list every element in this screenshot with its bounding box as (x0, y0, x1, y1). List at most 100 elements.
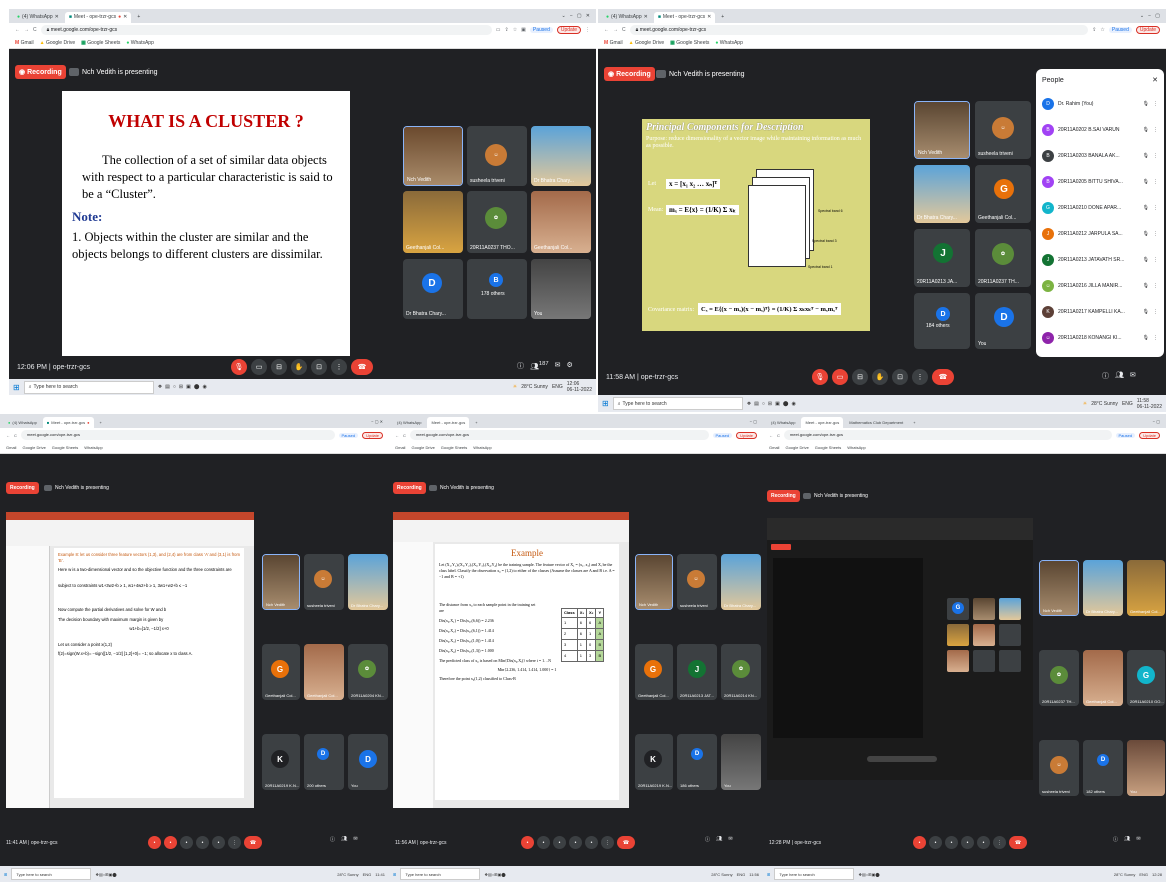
bookmark-gmail[interactable]: Gmail (6, 445, 16, 450)
participant-tile[interactable]: D You (975, 293, 1031, 349)
chat-icon[interactable]: ✉ (1136, 836, 1140, 843)
more-icon[interactable]: ⋮ (1153, 257, 1158, 263)
participant-row[interactable]: G 20R11A0210 DONE APAR... 🎙︎ ⋮ (1036, 195, 1164, 221)
participant-tile[interactable]: J 20R11A0213 JA... (914, 229, 970, 287)
leave-call-button[interactable]: ☎ (1009, 836, 1027, 849)
mic-off-button[interactable]: 🎙︎ (812, 369, 828, 385)
taskbar-apps[interactable]: ❖▤○⊞▣⬤ (858, 872, 879, 877)
people-icon[interactable]: 👥︎ (341, 836, 347, 843)
leave-call-button[interactable]: ☎ (932, 369, 954, 385)
present-button[interactable]: • (977, 836, 990, 849)
extensions-icon[interactable]: ▣ (521, 27, 526, 33)
bookmark-sheets[interactable]: Google Sheets (441, 445, 467, 450)
more-icon[interactable]: ⋮ (1153, 101, 1158, 107)
chat-icon[interactable]: ✉ (555, 361, 561, 371)
bookmark-gmail[interactable]: M Gmail (604, 40, 623, 46)
participant-tile[interactable]: G Geethanjali Col... (635, 644, 673, 700)
camera-button[interactable]: • (537, 836, 550, 849)
chat-icon[interactable]: ✉ (353, 836, 357, 843)
participant-tile[interactable]: Nch Vedith (1039, 560, 1079, 616)
more-icon[interactable]: ⋮ (1153, 127, 1158, 133)
info-icon[interactable]: ⓘ (1102, 371, 1109, 381)
tab-whatsapp[interactable]: (4) WhatsApp (767, 417, 799, 428)
more-icon[interactable]: ⋮ (1153, 205, 1158, 211)
more-options-button[interactable]: ⋮ (601, 836, 614, 849)
participant-tile[interactable]: Dr Bhatra Chary... (1083, 560, 1123, 616)
present-button[interactable]: • (212, 836, 225, 849)
participant-row[interactable]: D Dr. Rahim (You) 🎙︎ ⋮ (1036, 91, 1164, 117)
cast-icon[interactable]: ▭ (496, 27, 501, 33)
more-icon[interactable]: ⋮ (1153, 153, 1158, 159)
profile-paused[interactable]: Paused (338, 432, 359, 438)
more-options-button[interactable]: ⋮ (912, 369, 928, 385)
participant-tile[interactable]: ☺ susheela triveni (677, 554, 717, 610)
participant-tile[interactable]: Geethanjali Col... (403, 191, 463, 253)
new-tab-button[interactable]: + (133, 12, 144, 23)
taskbar-apps[interactable]: ❖▤○⊞▣⬤◉ (747, 401, 799, 407)
forward-icon[interactable]: → (613, 27, 618, 33)
tab-meet[interactable]: ■ Meet - ope-trzr-gcs ● (42, 416, 94, 428)
participant-tile[interactable]: ✿ 20R11A0237 THO... (467, 191, 527, 253)
participant-tile[interactable]: J 20R11A0213 JAT... (677, 644, 717, 700)
update-button[interactable]: Update (556, 26, 581, 34)
participant-tile[interactable]: Dr Bhatra Chary... (531, 126, 591, 186)
mic-off-button[interactable]: • (913, 836, 926, 849)
more-options-button[interactable]: ⋮ (331, 359, 347, 375)
reload-icon[interactable]: C (622, 27, 626, 33)
update-button[interactable]: Update (1139, 431, 1160, 439)
camera-off-button[interactable]: ▭ (832, 369, 848, 385)
participant-tile[interactable]: Geethanjali Col... (1127, 560, 1165, 616)
windows-start-icon[interactable]: ⊞ (602, 399, 609, 408)
taskbar-apps[interactable]: ❖▤○⊞▣⬤ (95, 872, 116, 877)
participant-row[interactable]: K 20R11A0217 KAMPELLI KA... 🎙︎ ⋮ (1036, 299, 1164, 325)
window-controls[interactable]: ⌄ − ▢ (1140, 13, 1166, 19)
new-tab-button[interactable]: + (909, 417, 919, 428)
tab-math-club[interactable]: Mathematics Club Department (845, 417, 907, 428)
tab-whatsapp[interactable]: ● (4) WhatsApp ✕ (602, 12, 652, 23)
bookmark-sheets[interactable]: Google Sheets (815, 445, 841, 450)
camera-button[interactable]: ▭ (251, 359, 267, 375)
close-icon[interactable]: ✕ (1152, 76, 1158, 84)
more-options-button[interactable]: ⋮ (228, 836, 241, 849)
participant-tile[interactable]: Dr Bhatra Chary... (914, 165, 970, 223)
participant-tile[interactable]: Geethanjali Col... (1083, 650, 1123, 706)
taskbar-apps[interactable]: ❖▤○⊞▣⬤ (484, 872, 505, 877)
participant-tile[interactable]: D 184 others (914, 293, 970, 349)
participant-tile[interactable]: D 186 others (677, 734, 717, 790)
bookmark-drive[interactable]: Google Drive (411, 445, 434, 450)
participant-row[interactable]: ☺ 20R11A0218 KONANGI KI... 🎙︎ ⋮ (1036, 325, 1164, 351)
mic-off-button[interactable]: 🎙︎ (231, 359, 247, 375)
update-button[interactable]: Update (736, 431, 757, 439)
participant-tile[interactable]: ✿ 20R11A0237 TH... (975, 229, 1031, 287)
people-icon[interactable]: 👥︎187 (530, 361, 549, 371)
raise-hand-button[interactable]: ✋ (291, 359, 307, 375)
people-icon[interactable]: 👥︎ (1115, 371, 1124, 381)
more-icon[interactable]: ⋮ (1153, 283, 1158, 289)
captions-button[interactable]: ⊟ (271, 359, 287, 375)
update-button[interactable]: Update (1135, 26, 1160, 34)
tab-whatsapp[interactable]: ● (4) WhatsApp (4, 417, 41, 428)
participant-tile[interactable]: ☺ susheela triveni (1039, 740, 1079, 796)
reload-icon[interactable]: C (403, 433, 406, 438)
back-icon[interactable]: ← (6, 433, 10, 438)
participant-tile[interactable]: G Geethanjali Col... (262, 644, 300, 700)
participant-tile[interactable]: B 178 others (467, 259, 527, 319)
present-button[interactable]: • (585, 836, 598, 849)
taskbar-search[interactable]: Type here to search (774, 868, 855, 880)
bookmark-sheets[interactable]: Google Sheets (52, 445, 78, 450)
url-field[interactable]: 🔒︎ meet.google.com/ope-trzr-gcs (40, 25, 492, 35)
captions-button[interactable]: • (180, 836, 193, 849)
participant-row[interactable]: B 20R11A0203 BANALA AK... 🎙︎ ⋮ (1036, 143, 1164, 169)
participant-tile[interactable]: You (1127, 740, 1165, 796)
profile-paused[interactable]: Paused (1108, 27, 1132, 33)
star-icon[interactable]: ☆ (1100, 27, 1104, 33)
bookmark-whatsapp[interactable]: WhatsApp (84, 445, 102, 450)
participant-row[interactable]: J 20R11A0212 JARPULA SA... 🎙︎ ⋮ (1036, 221, 1164, 247)
info-icon[interactable]: ⓘ (330, 836, 335, 843)
participant-tile[interactable]: ✿ 20R11A0204 KN... (348, 644, 388, 700)
participant-tile[interactable]: D You (348, 734, 388, 790)
present-button[interactable]: ⊡ (892, 369, 908, 385)
window-controls[interactable]: − ▢ (750, 419, 763, 424)
more-icon[interactable]: ⋮ (1153, 309, 1158, 315)
star-icon[interactable]: ☆ (513, 27, 517, 33)
